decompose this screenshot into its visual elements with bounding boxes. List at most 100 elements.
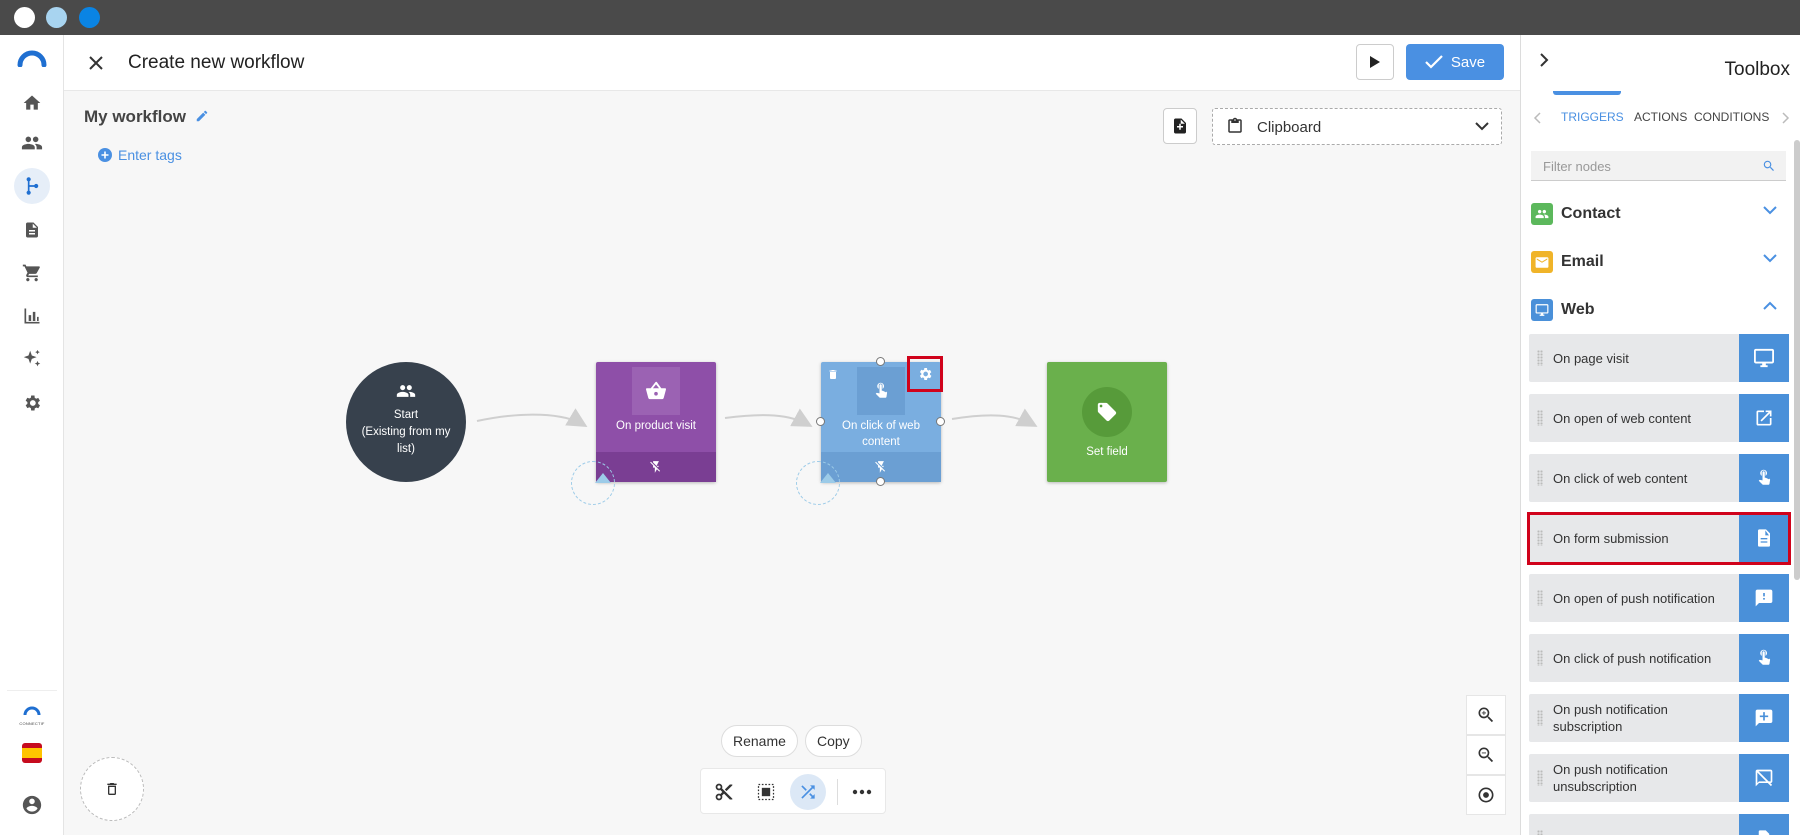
window-maximize-dot[interactable] [79, 7, 100, 28]
chevron-up-icon [1763, 301, 1777, 310]
collapse-toolbox-icon[interactable] [1533, 49, 1555, 71]
sparkle-icon[interactable] [14, 341, 50, 377]
touch-icon [1739, 454, 1789, 502]
open-external-icon [1739, 394, 1789, 442]
enter-tags-label: Enter tags [118, 147, 182, 163]
toolbox-scrollbar[interactable] [1794, 140, 1800, 580]
save-button[interactable]: Save [1406, 44, 1504, 80]
start-node[interactable]: Start (Existing from my list) [346, 362, 466, 482]
touch-icon [857, 367, 905, 415]
set-field-node[interactable]: Set field [1047, 362, 1167, 482]
toolbox-item-label: On open of push notification [1553, 590, 1715, 606]
home-icon[interactable] [14, 85, 50, 121]
connection-handle-top[interactable] [876, 357, 885, 366]
people-icon[interactable] [14, 125, 50, 161]
email-icon [1531, 251, 1553, 273]
workflow-canvas[interactable]: My workflow Enter tags Clipboard Start (… [64, 91, 1520, 835]
tab-conditions[interactable]: CONDITIONS [1694, 110, 1769, 124]
add-circle-icon [98, 148, 112, 162]
product-visit-node[interactable]: On product visit [596, 362, 716, 482]
more-options-icon[interactable] [844, 774, 880, 810]
chart-icon[interactable] [14, 298, 50, 334]
filter-nodes-placeholder: Filter nodes [1543, 159, 1611, 174]
workflow-name-text: My workflow [84, 107, 187, 126]
select-area-icon[interactable] [748, 774, 784, 810]
toolbox-item-label: On click of push notification [1553, 650, 1712, 666]
category-web[interactable]: Web [1531, 297, 1787, 323]
node-settings-button[interactable] [907, 356, 943, 392]
delete-icon[interactable] [827, 368, 839, 381]
category-contact-label: Contact [1561, 205, 1621, 222]
new-document-button[interactable] [1163, 108, 1197, 144]
start-node-subtitle-1: (Existing from my [361, 426, 451, 438]
toolbox-item-push-unsubscription[interactable]: On push notification unsubscription [1529, 754, 1789, 802]
app-logo[interactable] [17, 49, 47, 72]
connection-handle-left[interactable] [816, 417, 825, 426]
note-add-icon [1174, 118, 1186, 134]
connection-handle-right[interactable] [936, 417, 945, 426]
tab-actions[interactable]: ACTIONS [1634, 110, 1687, 124]
contact-people-icon [1531, 203, 1553, 225]
window-close-dot[interactable] [14, 7, 35, 28]
toolbox-item-label: On open of web content [1553, 410, 1692, 426]
loop-indicator [571, 461, 615, 505]
close-icon[interactable] [84, 51, 108, 75]
connectif-text: CONNECTIF [19, 721, 45, 726]
web-monitor-icon [1531, 299, 1553, 321]
click-web-content-label-1: On click of web [842, 420, 920, 432]
delete-dropzone[interactable] [80, 757, 144, 821]
chevron-down-icon [1763, 254, 1777, 263]
run-button[interactable] [1356, 44, 1394, 80]
cart-icon[interactable] [14, 255, 50, 291]
document-icon [1739, 814, 1789, 835]
search-icon [1763, 160, 1774, 171]
tabs-prev-icon[interactable] [1533, 112, 1541, 124]
spain-flag[interactable] [22, 743, 42, 763]
category-contact[interactable]: Contact [1531, 201, 1787, 227]
chevron-down-icon [1763, 206, 1777, 215]
toolbox-item-open-push-notification[interactable]: On open of push notification [1529, 574, 1789, 622]
toolbox-item-click-push-notification[interactable]: On click of push notification [1529, 634, 1789, 682]
connectif-logo[interactable]: CONNECTIF [16, 703, 48, 726]
toolbox-title: Toolbox [1724, 59, 1791, 80]
document-icon[interactable] [14, 212, 50, 248]
zoom-out-icon[interactable] [1466, 735, 1506, 775]
toolbox-item-page-visit[interactable]: On page visit [1529, 334, 1789, 382]
category-email[interactable]: Email [1531, 249, 1787, 275]
tabs-next-icon[interactable] [1782, 112, 1790, 124]
toolbox-item-push-subscription[interactable]: On push notification subscription [1529, 694, 1789, 742]
toolbox-item-label: On push notification unsubscription [1553, 762, 1668, 794]
click-web-content-label-2: content [862, 436, 900, 448]
enter-tags-link[interactable]: Enter tags [98, 147, 182, 163]
filter-nodes-input[interactable]: Filter nodes [1531, 151, 1786, 181]
center-view-icon[interactable] [1466, 775, 1506, 815]
workflow-name[interactable]: My workflow [84, 107, 209, 127]
monitor-icon [1739, 334, 1789, 382]
people-icon [346, 384, 466, 401]
scissors-icon[interactable] [706, 774, 742, 810]
check-icon [1425, 55, 1443, 69]
zoom-in-icon[interactable] [1466, 695, 1506, 735]
toolbox-item-click-web-content[interactable]: On click of web content [1529, 454, 1789, 502]
toolbox-item-more[interactable] [1529, 814, 1789, 835]
tab-triggers[interactable]: TRIGGERS [1561, 110, 1624, 124]
window-titlebar [0, 0, 1800, 35]
clipboard-select[interactable]: Clipboard [1212, 108, 1502, 145]
settings-icon[interactable] [14, 385, 50, 421]
connector-lines [476, 408, 1038, 428]
account-icon[interactable] [14, 787, 50, 823]
side-navigation: CONNECTIF [0, 35, 64, 835]
loop-arrow-icon [595, 473, 611, 483]
window-minimize-dot[interactable] [46, 7, 67, 28]
copy-button[interactable]: Copy [805, 725, 862, 757]
auto-layout-icon[interactable] [790, 774, 826, 810]
workflow-icon[interactable] [14, 168, 50, 204]
editor-header: Create new workflow Save [64, 35, 1520, 91]
rename-button[interactable]: Rename [721, 725, 798, 757]
start-node-title: Start [393, 409, 419, 421]
notification-alert-icon [1739, 574, 1789, 622]
connection-handle-bottom[interactable] [876, 477, 885, 486]
toolbox-item-open-web-content[interactable]: On open of web content [1529, 394, 1789, 442]
category-web-label: Web [1561, 301, 1595, 318]
edit-pencil-icon[interactable] [195, 109, 209, 123]
